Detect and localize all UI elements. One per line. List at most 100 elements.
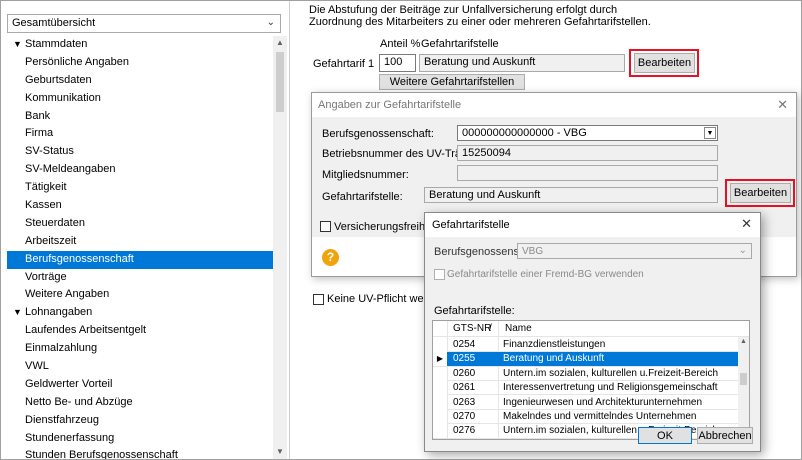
sidebar-item-label: Laufendes Arbeitsentgelt	[25, 324, 147, 337]
info-line-1: Die Abstufung der Beiträge zur Unfallver…	[309, 4, 618, 16]
cell-name: Finanzdienstleistungen	[503, 339, 606, 350]
sidebar-item-label: Steuerdaten	[25, 216, 85, 229]
cell-gts-nr: 0261	[453, 382, 476, 394]
cell-gts-nr: 0254	[453, 339, 476, 350]
cell-gts-nr: 0270	[453, 411, 476, 422]
row-indicator-icon	[433, 424, 447, 439]
fremd-bg-checkbox[interactable]	[434, 269, 445, 280]
panel-splitter[interactable]	[289, 1, 290, 459]
tree-group[interactable]: ▼ Lohnangaben	[7, 304, 273, 322]
dialog2-title: Gefahrtarifstelle	[432, 219, 510, 231]
dialog-gefahrtarifstelle: Gefahrtarifstelle ✕ Berufsgenossenschaft…	[424, 212, 761, 452]
scroll-up-icon[interactable]: ▲	[273, 36, 287, 50]
sidebar-item[interactable]: VWL	[7, 358, 273, 376]
row-indicator-icon	[433, 410, 447, 424]
gts-field: Beratung und Auskunft	[424, 187, 718, 203]
keine-uv-checkbox[interactable]	[313, 294, 324, 305]
row-indicator-icon	[433, 395, 447, 410]
bg-select[interactable]: 000000000000000 - VBG ▼	[457, 125, 718, 141]
sidebar-item-label: Lohnangaben	[25, 306, 93, 319]
scroll-up-icon[interactable]: ▲	[738, 337, 749, 347]
ok-button[interactable]: OK	[638, 427, 692, 444]
sidebar-item-label: Bank	[25, 109, 51, 122]
view-select[interactable]: Gesamtübersicht ⌄	[7, 14, 281, 33]
sidebar-item[interactable]: Berufsgenossenschaft	[7, 250, 273, 269]
betriebsnr-field: 15250094	[457, 145, 718, 161]
sidebar-item[interactable]: SV-Meldeangaben	[7, 161, 273, 179]
sidebar-item[interactable]: Firma	[7, 125, 273, 143]
sidebar-item[interactable]: Persönliche Angaben	[7, 54, 273, 72]
sidebar-item[interactable]: Steuerdaten	[7, 215, 273, 233]
table-scrollbar[interactable]: ▲ ▼	[738, 337, 749, 439]
sidebar-item[interactable]: Tätigkeit	[7, 179, 273, 197]
weitere-gefahrtarifstellen-button[interactable]: Weitere Gefahrtarifstellen	[379, 74, 525, 90]
sidebar-item[interactable]: Kommunikation	[7, 90, 273, 108]
cell-gts-nr: 0263	[453, 396, 476, 408]
mitglied-field[interactable]	[457, 165, 718, 181]
expand-icon[interactable]: ▼	[13, 304, 25, 322]
sidebar-item[interactable]: Vorträge	[7, 269, 273, 287]
table-row[interactable]: ▶ 0255 Beratung und Auskunft	[433, 352, 739, 367]
sidebar-item-label: Kommunikation	[25, 91, 101, 104]
gefahrtarifstelle-field: Beratung und Auskunft	[419, 54, 625, 72]
column-gts-nr[interactable]: GTS-NR	[453, 323, 491, 334]
sidebar-item[interactable]: Stundenerfassung	[7, 430, 273, 448]
bg-label: Berufsgenossenschaft:	[322, 128, 434, 140]
sidebar-item-label: SV-Status	[25, 145, 74, 158]
close-icon[interactable]: ✕	[741, 216, 752, 232]
sidebar-item[interactable]: Dienstfahrzeug	[7, 412, 273, 430]
sidebar-item-label: Geldwerter Vorteil	[25, 377, 113, 390]
abbrechen-button[interactable]: Abbrechen	[697, 427, 753, 444]
sidebar-item-label: Tätigkeit	[25, 181, 67, 194]
table-row[interactable]: 0276 Untern.im sozialen, kulturellen u.Fr…	[433, 424, 739, 439]
gts-label: Gefahrtarifstelle:	[322, 191, 403, 203]
cell-name: Untern.im sozialen, kulturellen u.Freize…	[503, 367, 719, 379]
navigation-tree: ▼ Stammdaten Persönliche Angaben Geburtsdat…	[7, 36, 273, 459]
cell-name: Makelndes und vermittelndes Unternehmen	[503, 411, 697, 422]
gts-list-label: Gefahrtarifstelle:	[434, 305, 515, 317]
chevron-down-icon: ⌄	[738, 245, 747, 256]
view-select-value: Gesamtübersicht	[12, 17, 96, 29]
sidebar-item[interactable]: Weitere Angaben	[7, 286, 273, 304]
close-icon[interactable]: ✕	[777, 97, 788, 113]
table-row[interactable]: 0263 Ingenieurwesen und Architekturuntern…	[433, 395, 739, 410]
sidebar-item-label: Kassen	[25, 199, 62, 212]
sidebar-item[interactable]: Laufendes Arbeitsentgelt	[7, 322, 273, 340]
table-row[interactable]: 0261 Interessenvertretung und Religionsge…	[433, 381, 739, 396]
sidebar-item[interactable]: Netto Be- und Abzüge	[7, 394, 273, 412]
tree-group[interactable]: ▼ Stammdaten	[7, 36, 273, 54]
highlight-box	[725, 179, 795, 207]
sidebar-item[interactable]: Geburtsdaten	[7, 72, 273, 90]
column-name[interactable]: Name	[505, 323, 532, 334]
sidebar-item[interactable]: Bank	[7, 108, 273, 126]
row-indicator-icon: ▶	[433, 352, 447, 367]
sidebar-item[interactable]: Kassen	[7, 197, 273, 215]
help-icon[interactable]: ?	[322, 249, 339, 266]
table-row[interactable]: 0270 Makelndes und vermittelndes Unterneh…	[433, 410, 739, 425]
nav-scrollbar[interactable]: ▲ ▼	[273, 36, 287, 459]
versicherungsfreiheit-checkbox[interactable]	[320, 221, 331, 232]
sort-icon: /	[489, 323, 492, 334]
gts-table[interactable]: GTS-NR / Name 0254 Finanzdienstleistungen…	[432, 320, 750, 440]
sidebar-item[interactable]: Einmalzahlung	[7, 340, 273, 358]
scroll-down-icon[interactable]: ▼	[273, 445, 287, 459]
table-row[interactable]: 0254 Finanzdienstleistungen	[433, 338, 739, 353]
sidebar-item[interactable]: Stunden Berufsgenossenschaft	[7, 447, 273, 459]
sidebar-item[interactable]: SV-Status	[7, 143, 273, 161]
sidebar-item[interactable]: Arbeitszeit	[7, 233, 273, 251]
anteil-input[interactable]: 100	[379, 54, 416, 72]
table-header: GTS-NR / Name	[433, 321, 749, 337]
bg-select-disabled: VBG ⌄	[517, 243, 752, 259]
table-row[interactable]: 0260 Untern.im sozialen, kulturellen u.Fr…	[433, 366, 739, 381]
row-indicator-icon	[433, 338, 447, 352]
row-indicator-icon	[433, 366, 447, 381]
scroll-thumb[interactable]	[740, 373, 747, 385]
scroll-thumb[interactable]	[276, 52, 284, 112]
sidebar-item[interactable]: Geldwerter Vorteil	[7, 376, 273, 394]
chevron-down-icon[interactable]: ▼	[704, 127, 716, 139]
expand-icon[interactable]: ▼	[13, 36, 25, 54]
cell-name: Beratung und Auskunft	[503, 353, 605, 365]
navigation-panel: Gesamtübersicht ⌄ ▼ Stammdaten Persönliche…	[1, 1, 287, 459]
sidebar-item-label: Persönliche Angaben	[25, 55, 129, 68]
sidebar-item-label: Geburtsdaten	[25, 73, 92, 86]
